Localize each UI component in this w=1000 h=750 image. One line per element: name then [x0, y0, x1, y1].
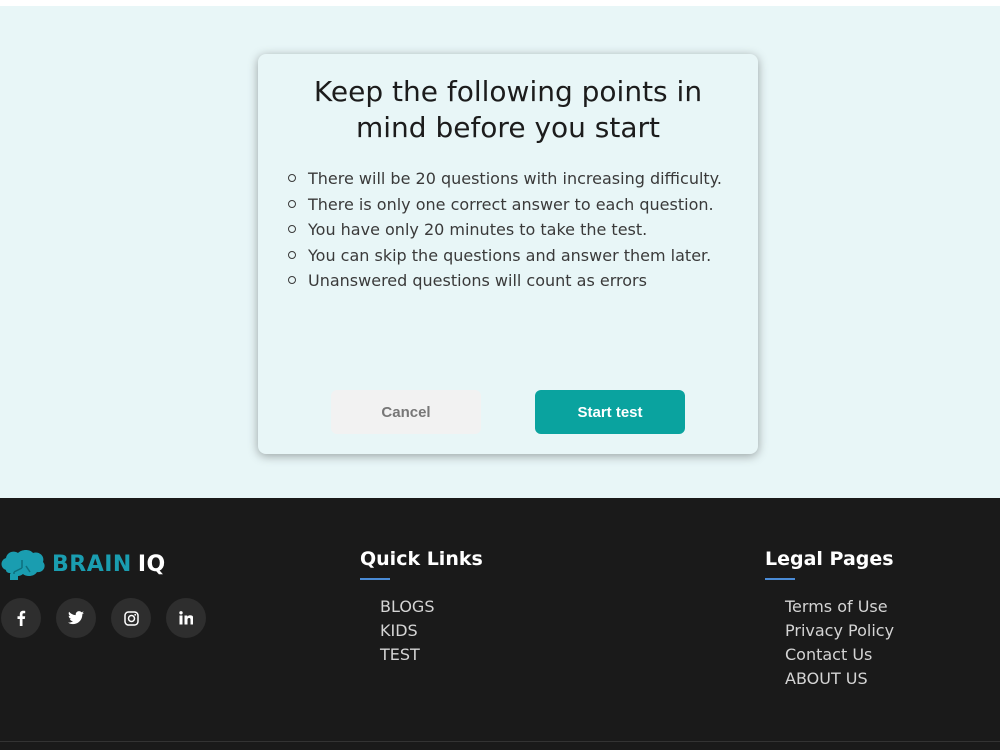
main-content: Keep the following points in mind before… [0, 6, 1000, 498]
legal-pages-heading: Legal Pages [765, 548, 894, 570]
heading-underline [360, 578, 390, 580]
footer-link-about[interactable]: ABOUT US [785, 667, 894, 691]
instructions-list: There will be 20 questions with increasi… [288, 166, 728, 294]
footer-link-contact[interactable]: Contact Us [785, 643, 894, 667]
start-test-button[interactable]: Start test [535, 390, 685, 434]
bullet-icon [288, 225, 296, 233]
modal-title: Keep the following points in mind before… [313, 75, 703, 144]
footer-link-terms[interactable]: Terms of Use [785, 595, 894, 619]
footer-link-kids[interactable]: KIDS [380, 619, 434, 643]
facebook-icon[interactable] [1, 598, 41, 638]
quick-links-list: BLOGS KIDS TEST [380, 595, 434, 667]
instruction-text: There will be 20 questions with increasi… [308, 169, 722, 188]
brain-icon [1, 550, 45, 580]
instruction-text: There is only one correct answer to each… [308, 194, 714, 214]
list-item: There is only one correct answer to each… [288, 192, 728, 218]
bullet-icon [288, 276, 296, 284]
logo-text-iq: IQ [137, 551, 166, 577]
footer-link-privacy[interactable]: Privacy Policy [785, 619, 894, 643]
footer-divider [0, 741, 1000, 742]
logo-text-brain: BRAIN [52, 551, 132, 577]
bullet-icon [288, 174, 296, 182]
twitter-icon[interactable] [56, 598, 96, 638]
instructions-modal: Keep the following points in mind before… [258, 54, 758, 454]
footer-link-test[interactable]: TEST [380, 643, 434, 667]
list-item: You can skip the questions and answer th… [288, 243, 728, 269]
instruction-text: You can skip the questions and answer th… [308, 245, 712, 265]
brand-logo[interactable]: BRAIN IQ [0, 546, 166, 582]
linkedin-icon[interactable] [166, 598, 206, 638]
footer-link-blogs[interactable]: BLOGS [380, 595, 434, 619]
bullet-icon [288, 199, 296, 208]
instruction-text: You have only 20 minutes to take the tes… [308, 220, 648, 239]
cancel-button[interactable]: Cancel [331, 390, 481, 434]
instruction-text: Unanswered questions will count as error… [308, 271, 647, 290]
bullet-icon [288, 250, 296, 259]
list-item: You have only 20 minutes to take the tes… [288, 217, 728, 243]
social-links [1, 598, 206, 638]
quick-links-heading: Quick Links [360, 548, 483, 570]
list-item: Unanswered questions will count as error… [288, 268, 728, 294]
footer: BRAIN IQ Quick Links BLOGS KIDS TEST Lega… [0, 498, 1000, 750]
heading-underline [765, 578, 795, 580]
list-item: There will be 20 questions with increasi… [288, 166, 728, 192]
instagram-icon[interactable] [111, 598, 151, 638]
legal-pages-list: Terms of Use Privacy Policy Contact Us A… [785, 595, 894, 691]
